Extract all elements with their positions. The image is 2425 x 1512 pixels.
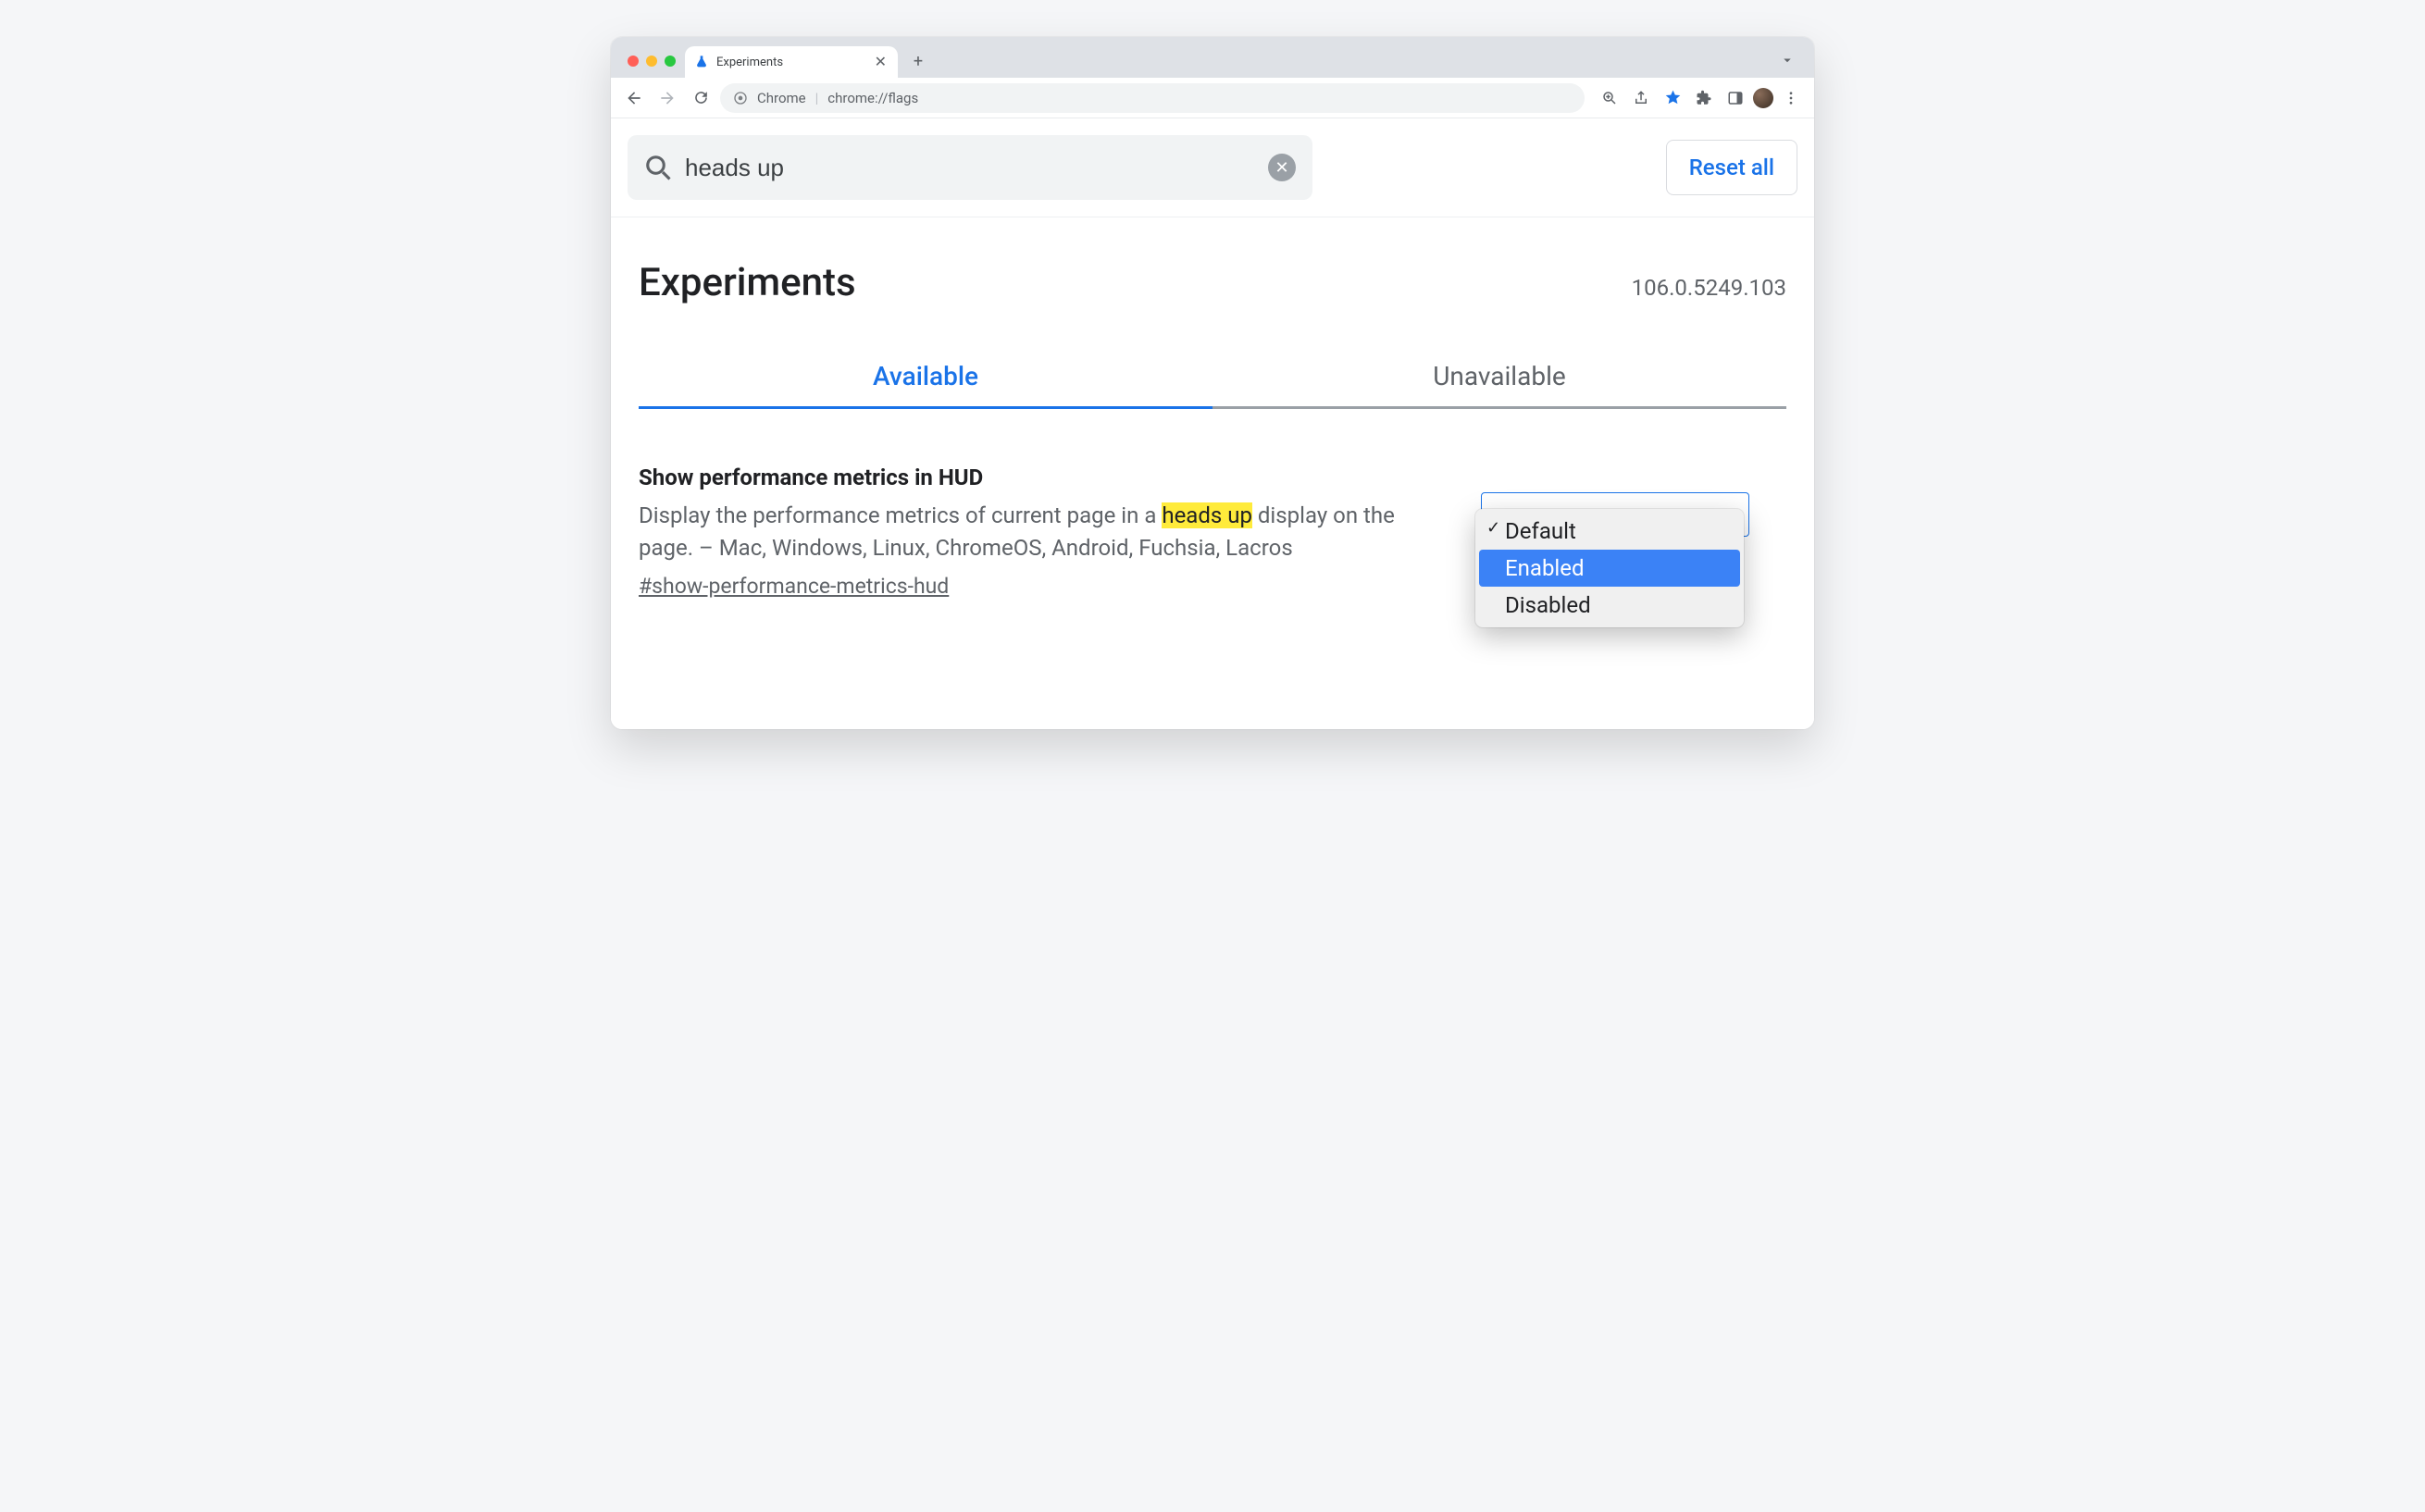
chrome-icon bbox=[733, 91, 748, 105]
page-header: Experiments 106.0.5249.103 bbox=[611, 217, 1814, 305]
extensions-icon[interactable] bbox=[1690, 84, 1718, 112]
omnibox-prefix: Chrome bbox=[757, 90, 806, 106]
flag-tabs: Available Unavailable bbox=[639, 361, 1786, 409]
flags-search-input[interactable] bbox=[685, 154, 1255, 182]
browser-window: Experiments ✕ + Chrome | chrome://flags bbox=[611, 37, 1814, 729]
browser-toolbar: Chrome | chrome://flags bbox=[611, 78, 1814, 118]
search-highlight: heads up bbox=[1162, 502, 1252, 528]
clear-search-icon[interactable]: ✕ bbox=[1268, 154, 1296, 181]
dropdown-option-enabled[interactable]: Enabled bbox=[1479, 550, 1740, 587]
tab-strip: Experiments ✕ + bbox=[611, 37, 1814, 78]
reload-button[interactable] bbox=[687, 84, 715, 112]
dropdown-option-disabled[interactable]: Disabled bbox=[1479, 587, 1740, 624]
chrome-version: 106.0.5249.103 bbox=[1632, 275, 1786, 301]
window-controls bbox=[618, 56, 685, 78]
browser-tab[interactable]: Experiments ✕ bbox=[685, 46, 898, 78]
flag-select-wrap: Default Enabled Disabled bbox=[1481, 492, 1749, 537]
flag-title: Show performance metrics in HUD bbox=[639, 465, 1444, 490]
share-icon[interactable] bbox=[1627, 84, 1655, 112]
flag-select-dropdown: Default Enabled Disabled bbox=[1475, 509, 1744, 627]
flask-icon bbox=[694, 55, 709, 69]
flag-description: Display the performance metrics of curre… bbox=[639, 500, 1444, 564]
omnibox-separator: | bbox=[815, 90, 819, 106]
tab-unavailable[interactable]: Unavailable bbox=[1212, 361, 1786, 409]
minimize-window-button[interactable] bbox=[646, 56, 657, 67]
sidepanel-icon[interactable] bbox=[1722, 84, 1749, 112]
profile-avatar[interactable] bbox=[1753, 88, 1773, 108]
flag-anchor-link[interactable]: #show-performance-metrics-hud bbox=[639, 574, 949, 599]
tabs-menu-button[interactable] bbox=[1779, 52, 1807, 78]
close-window-button[interactable] bbox=[628, 56, 639, 67]
toolbar-right bbox=[1590, 84, 1805, 112]
flags-search-box: ✕ bbox=[628, 135, 1312, 200]
close-tab-icon[interactable]: ✕ bbox=[873, 53, 889, 71]
page-title: Experiments bbox=[639, 260, 856, 305]
menu-icon[interactable] bbox=[1777, 84, 1805, 112]
bookmark-star-icon[interactable] bbox=[1659, 84, 1686, 112]
reset-all-button[interactable]: Reset all bbox=[1666, 140, 1797, 195]
tab-available[interactable]: Available bbox=[639, 361, 1212, 409]
flag-text: Show performance metrics in HUD Display … bbox=[639, 465, 1444, 599]
maximize-window-button[interactable] bbox=[665, 56, 676, 67]
search-row: ✕ Reset all bbox=[611, 118, 1814, 217]
dropdown-option-default[interactable]: Default bbox=[1479, 513, 1740, 550]
page-content: ✕ Reset all Experiments 106.0.5249.103 A… bbox=[611, 118, 1814, 729]
omnibox-url: chrome://flags bbox=[827, 90, 918, 106]
flag-entry: Show performance metrics in HUD Display … bbox=[611, 409, 1814, 636]
back-button[interactable] bbox=[620, 84, 648, 112]
forward-button[interactable] bbox=[653, 84, 681, 112]
address-bar[interactable]: Chrome | chrome://flags bbox=[720, 83, 1585, 113]
new-tab-button[interactable]: + bbox=[905, 48, 931, 74]
search-icon bbox=[644, 154, 672, 181]
zoom-icon[interactable] bbox=[1596, 84, 1623, 112]
tab-title: Experiments bbox=[716, 56, 783, 69]
